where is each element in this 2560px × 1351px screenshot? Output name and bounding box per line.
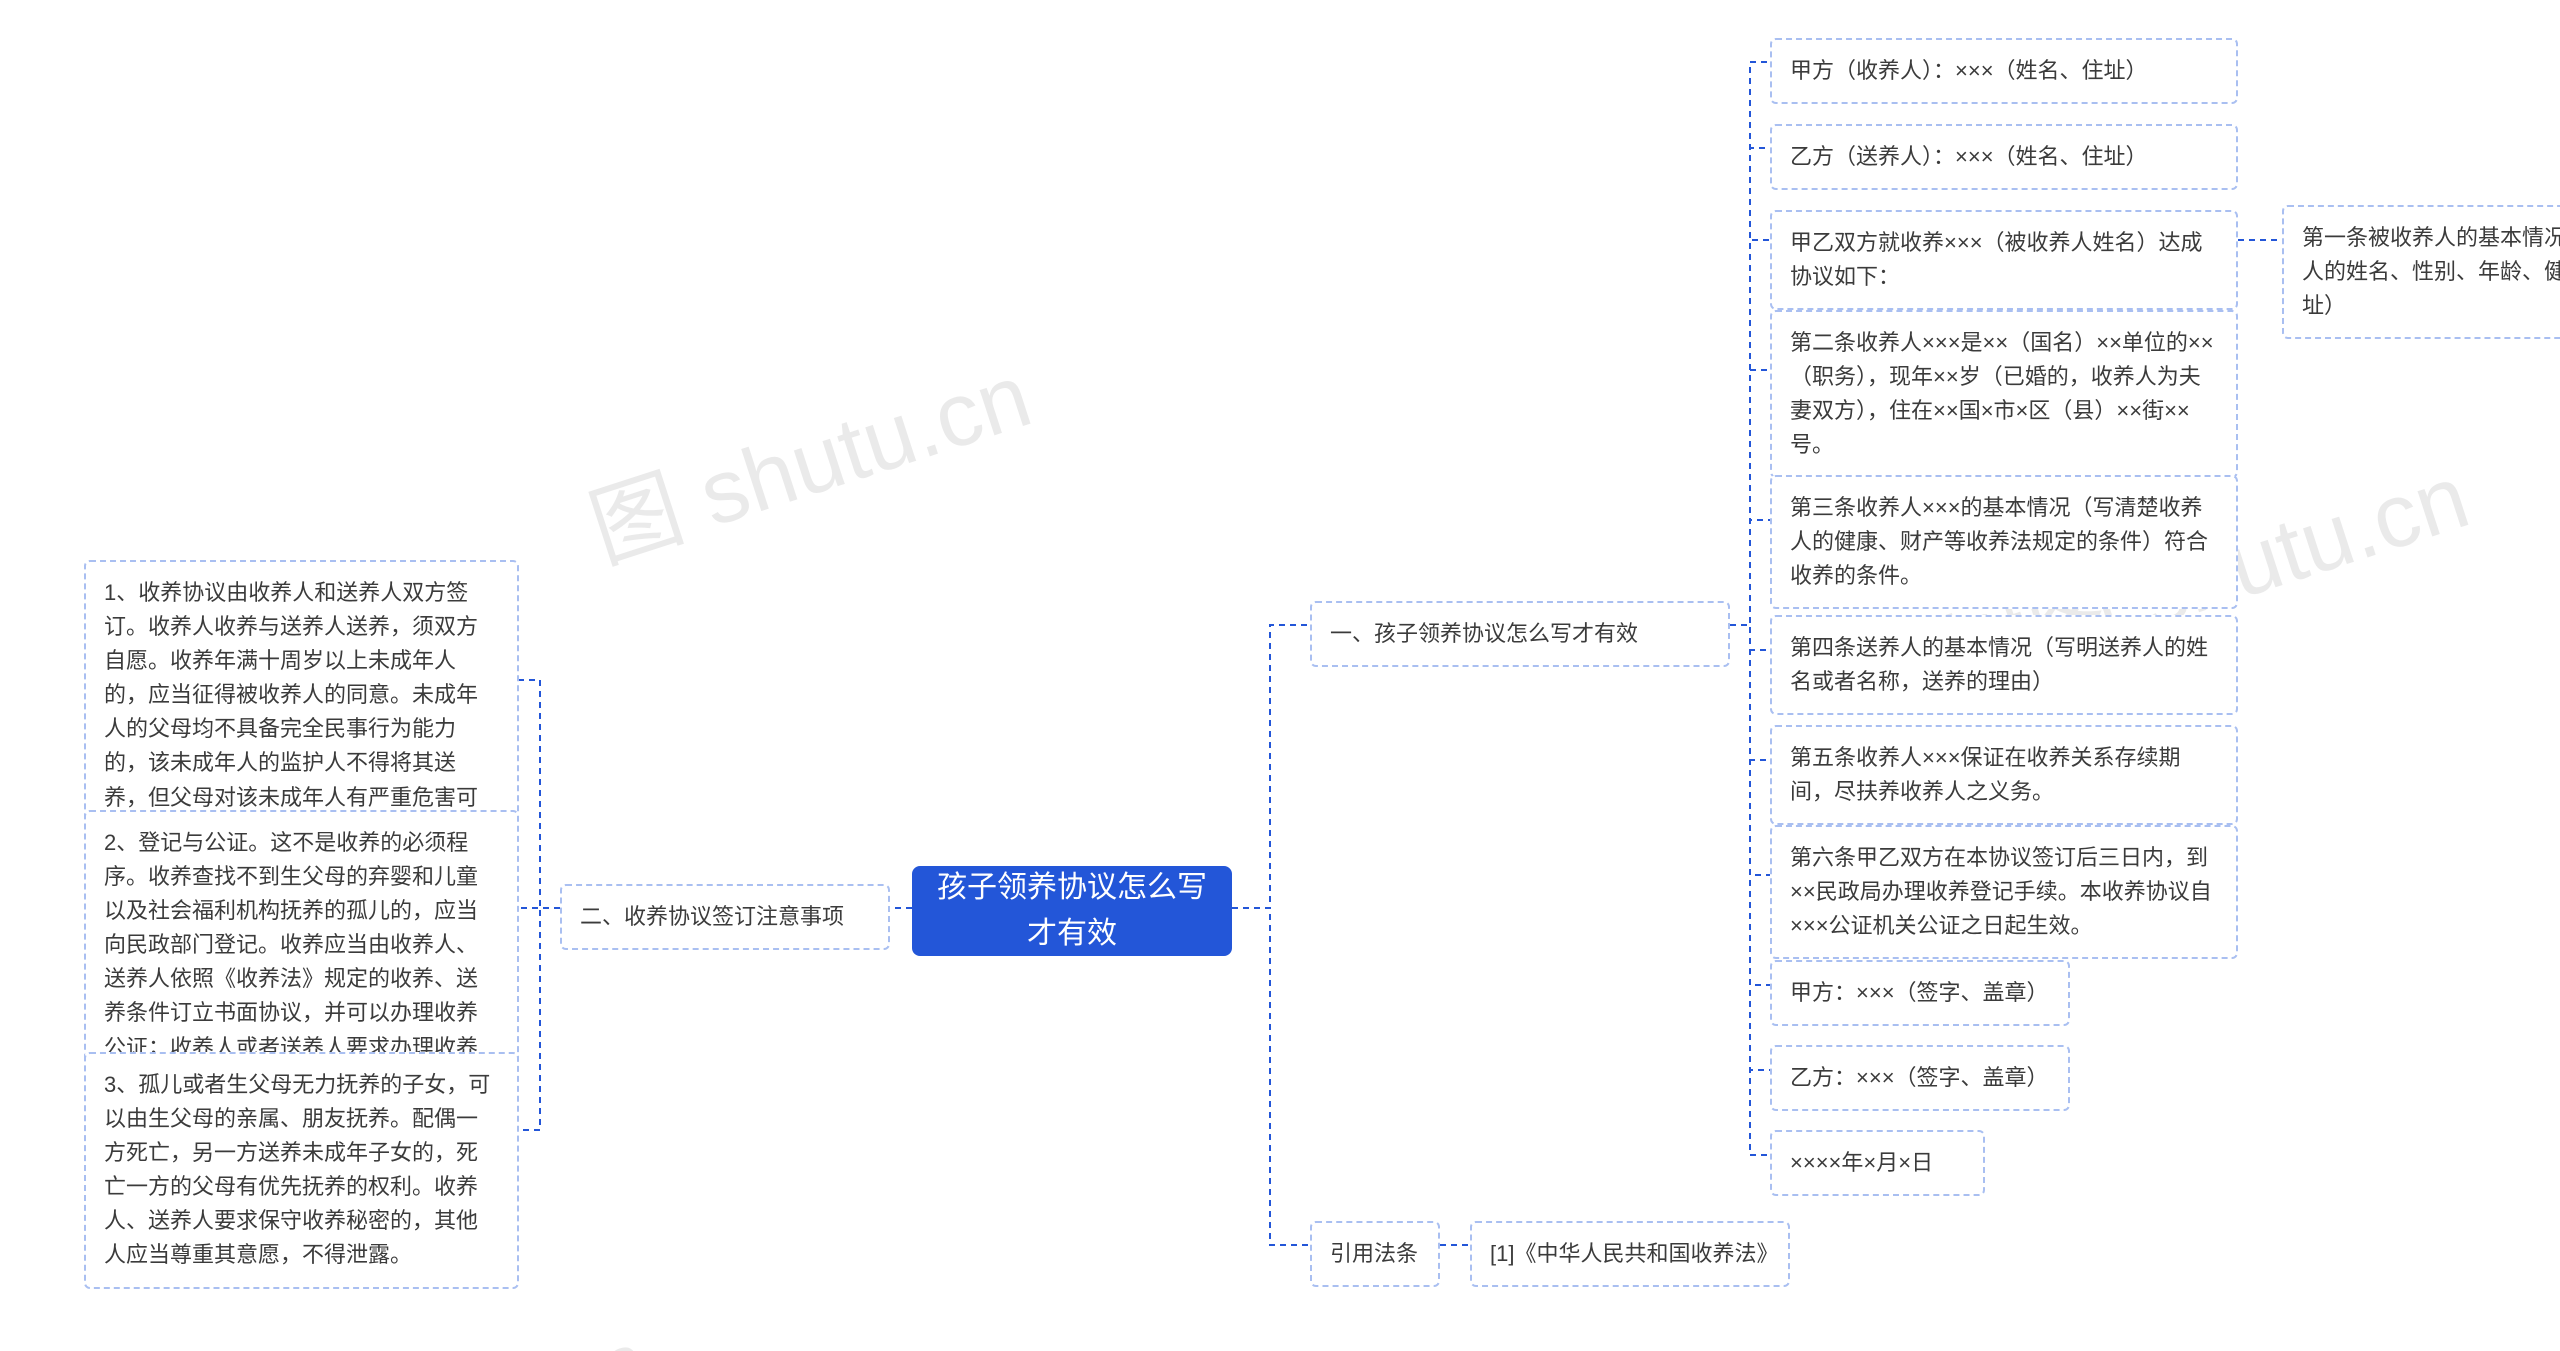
- branch1-item-5-text: 第三条收养人×××的基本情况（写清楚收养人的健康、财产等收养法规定的条件）符合收…: [1790, 495, 2208, 588]
- branch1-item-4-text: 第二条收养人×××是××（国名）××单位的××（职务），现年××岁（已婚的，收养…: [1790, 330, 2214, 457]
- branch1-title[interactable]: 一、孩子领养协议怎么写才有效: [1310, 601, 1730, 667]
- branch3-item-3[interactable]: 3、孤儿或者生父母无力抚养的子女，可以由生父母的亲属、朋友抚养。配偶一方死亡，另…: [84, 1052, 519, 1289]
- branch2-item-1-text: [1]《中华人民共和国收养法》: [1490, 1241, 1778, 1266]
- branch3-item-3-text: 3、孤儿或者生父母无力抚养的子女，可以由生父母的亲属、朋友抚养。配偶一方死亡，另…: [104, 1072, 490, 1267]
- branch-left-title[interactable]: 二、收养协议签订注意事项: [560, 884, 890, 950]
- root-node[interactable]: 孩子领养协议怎么写才有效: [912, 866, 1232, 956]
- branch1-item-2[interactable]: 乙方（送养人）：×××（姓名、住址）: [1770, 124, 2238, 190]
- branch1-item-2-text: 乙方（送养人）：×××（姓名、住址）: [1790, 144, 2148, 169]
- branch-left-title-text: 二、收养协议签订注意事项: [580, 904, 844, 929]
- branch1-title-text: 一、孩子领养协议怎么写才有效: [1330, 621, 1638, 646]
- branch1-item-1-text: 甲方（收养人）：×××（姓名、住址）: [1790, 58, 2148, 83]
- branch1-item-8-text: 第六条甲乙双方在本协议签订后三日内，到××民政局办理收养登记手续。本收养协议自×…: [1790, 845, 2212, 938]
- branch1-item-7[interactable]: 第五条收养人×××保证在收养关系存续期间，尽扶养收养人之义务。: [1770, 725, 2238, 825]
- branch1-item-5[interactable]: 第三条收养人×××的基本情况（写清楚收养人的健康、财产等收养法规定的条件）符合收…: [1770, 475, 2238, 609]
- branch1-item-7-text: 第五条收养人×××保证在收养关系存续期间，尽扶养收养人之义务。: [1790, 745, 2181, 804]
- branch1-item-10-text: 乙方：×××（签字、盖章）: [1790, 1065, 2049, 1090]
- root-title: 孩子领养协议怎么写才有效: [932, 865, 1212, 958]
- branch1-item-3a-text: 第一条被收养人的基本情况（写明：被收养人的姓名、性别、年龄、健康状况、现住址）: [2302, 225, 2560, 318]
- mindmap-canvas: 图 shutu.cn 树图 shutu.cn cn 孩子领养协议怎么写才有: [0, 0, 2560, 1351]
- branch1-item-6[interactable]: 第四条送养人的基本情况（写明送养人的姓名或者名称，送养的理由）: [1770, 615, 2238, 715]
- branch1-item-11[interactable]: ××××年×月×日: [1770, 1130, 1985, 1196]
- branch1-item-6-text: 第四条送养人的基本情况（写明送养人的姓名或者名称，送养的理由）: [1790, 635, 2208, 694]
- branch1-item-9-text: 甲方：×××（签字、盖章）: [1790, 980, 2049, 1005]
- branch2-title[interactable]: 引用法条: [1310, 1221, 1440, 1287]
- branch1-item-3-text: 甲乙双方就收养×××（被收养人姓名）达成协议如下：: [1790, 230, 2203, 289]
- branch2-title-text: 引用法条: [1330, 1241, 1418, 1266]
- branch1-item-9[interactable]: 甲方：×××（签字、盖章）: [1770, 960, 2070, 1026]
- branch1-item-3a[interactable]: 第一条被收养人的基本情况（写明：被收养人的姓名、性别、年龄、健康状况、现住址）: [2282, 205, 2560, 339]
- watermark-3: cn: [548, 1314, 657, 1351]
- branch1-item-1[interactable]: 甲方（收养人）：×××（姓名、住址）: [1770, 38, 2238, 104]
- branch1-item-11-text: ××××年×月×日: [1790, 1150, 1933, 1175]
- branch2-item-1[interactable]: [1]《中华人民共和国收养法》: [1470, 1221, 1790, 1287]
- watermark-1: 图 shutu.cn: [571, 323, 1044, 587]
- branch1-item-8[interactable]: 第六条甲乙双方在本协议签订后三日内，到××民政局办理收养登记手续。本收养协议自×…: [1770, 825, 2238, 959]
- branch1-item-3[interactable]: 甲乙双方就收养×××（被收养人姓名）达成协议如下：: [1770, 210, 2238, 310]
- branch1-item-10[interactable]: 乙方：×××（签字、盖章）: [1770, 1045, 2070, 1111]
- branch1-item-4[interactable]: 第二条收养人×××是××（国名）××单位的××（职务），现年××岁（已婚的，收养…: [1770, 310, 2238, 478]
